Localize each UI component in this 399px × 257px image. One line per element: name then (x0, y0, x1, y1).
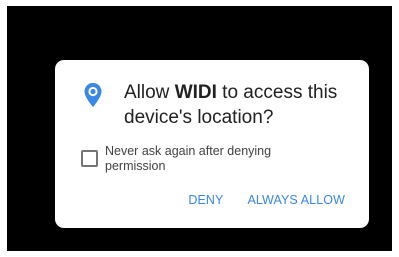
dialog-actions: DENY ALWAYS ALLOW (188, 191, 345, 209)
never-ask-again-option[interactable]: Never ask again after denying permission (81, 144, 351, 176)
never-ask-again-checkbox[interactable] (81, 150, 98, 167)
never-ask-again-label: Never ask again after denying permission (105, 144, 272, 173)
location-pin-icon (83, 82, 103, 108)
always-allow-button[interactable]: ALWAYS ALLOW (247, 192, 345, 208)
dialog-title: Allow WIDI to access this device's locat… (124, 80, 364, 130)
title-prefix: Allow (124, 82, 175, 103)
screen-backdrop: Allow WIDI to access this device's locat… (7, 6, 392, 251)
deny-button[interactable]: DENY (188, 192, 223, 208)
permission-dialog: Allow WIDI to access this device's locat… (55, 60, 369, 228)
app-name: WIDI (174, 82, 217, 103)
